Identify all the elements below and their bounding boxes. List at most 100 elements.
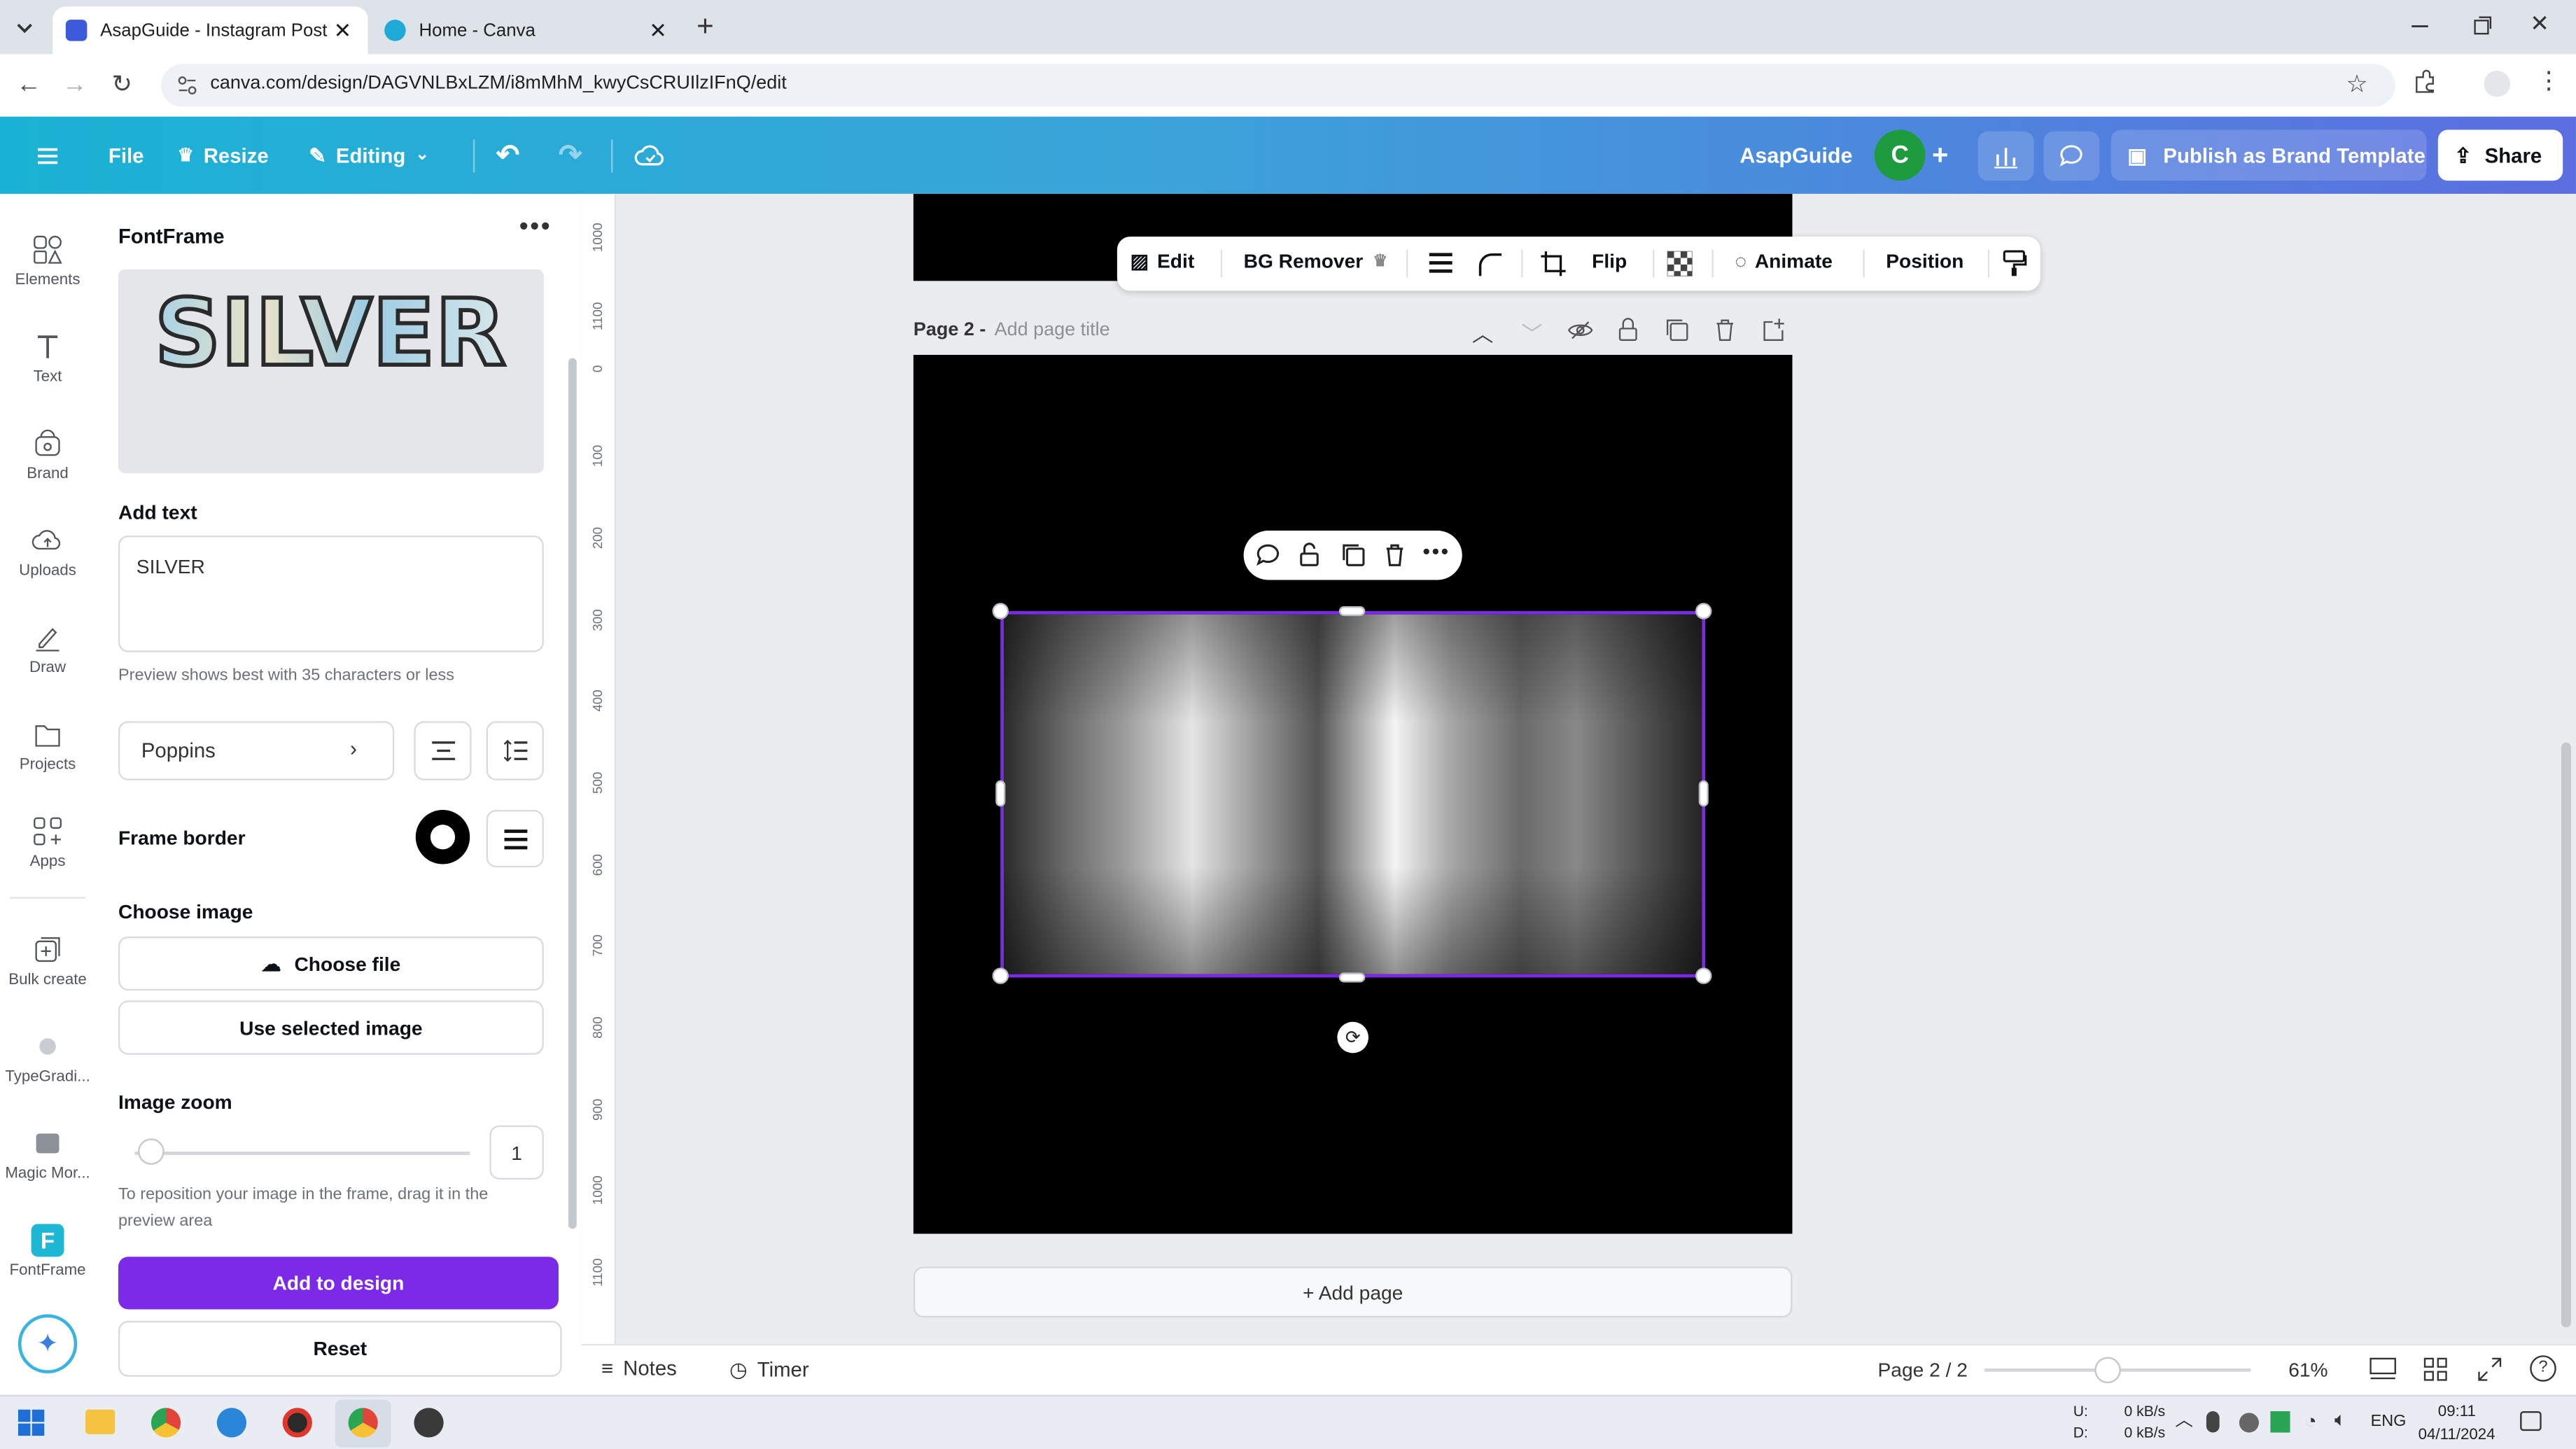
crop-icon[interactable]: [1539, 250, 1567, 278]
copy-style-icon[interactable]: [2001, 250, 2028, 278]
url-field[interactable]: canva.com/design/DAGVNLBxLZM/i8mMhM_kwyC…: [160, 64, 2395, 107]
magic-assistant-icon[interactable]: ✦: [18, 1314, 78, 1374]
duplicate-element-icon[interactable]: [1340, 542, 1365, 568]
nav-text[interactable]: Text: [0, 317, 95, 409]
lock-element-icon[interactable]: [1298, 542, 1321, 568]
show-hidden-icons-icon[interactable]: ︿: [2175, 1406, 2193, 1433]
nav-magic-morph[interactable]: Magic Mor...: [0, 1114, 95, 1205]
resize-handle-left[interactable]: [995, 780, 1006, 807]
lock-page-icon[interactable]: [1616, 317, 1639, 342]
restore-icon[interactable]: [2471, 13, 2494, 36]
app-bird-icon[interactable]: [216, 1408, 247, 1438]
close-window-icon[interactable]: ✕: [2530, 10, 2549, 38]
resize-handle-top[interactable]: [1338, 606, 1366, 617]
share-button[interactable]: ⇪ Share: [2437, 130, 2563, 181]
notes-button[interactable]: ≡ Notes: [601, 1357, 677, 1380]
nav-apps[interactable]: Apps: [0, 802, 95, 893]
resize-handle-bottom-left[interactable]: [992, 967, 1009, 984]
nav-draw[interactable]: Draw: [0, 608, 95, 699]
undo-icon[interactable]: ↶: [496, 117, 519, 194]
site-info-icon[interactable]: [176, 74, 199, 97]
tab-home-canva[interactable]: Home - Canva ✕: [371, 6, 683, 54]
tab-list-dropdown-icon[interactable]: [10, 13, 39, 43]
back-icon[interactable]: ←: [16, 71, 41, 99]
publish-brand-template-button[interactable]: ▣ Publish as Brand Template: [2110, 130, 2427, 181]
border-style-icon[interactable]: [1427, 251, 1454, 274]
main-menu-icon[interactable]: [33, 117, 62, 194]
resize-handle-top-left[interactable]: [992, 603, 1009, 620]
add-page-button[interactable]: + Add page: [913, 1266, 1793, 1318]
help-icon[interactable]: ?: [2530, 1355, 2556, 1382]
border-color-swatch[interactable]: [415, 810, 470, 864]
bookmark-star-icon[interactable]: ☆: [2346, 69, 2368, 99]
notifications-icon[interactable]: [2520, 1410, 2542, 1432]
microphone-icon[interactable]: [2206, 1410, 2220, 1433]
panel-scrollbar[interactable]: [568, 358, 577, 1229]
resize-handle-bottom-right[interactable]: [1695, 967, 1712, 984]
timer-button[interactable]: ◷ Timer: [729, 1357, 809, 1382]
nav-fontframe[interactable]: F FontFrame: [0, 1211, 95, 1303]
zoom-value-input[interactable]: 1: [489, 1125, 544, 1180]
cloud-saved-icon[interactable]: [634, 117, 667, 194]
clock-date[interactable]: 04/11/2024: [2418, 1426, 2496, 1444]
windows-start-icon[interactable]: [18, 1409, 45, 1436]
corner-rounding-icon[interactable]: [1477, 251, 1504, 278]
font-selector[interactable]: Poppins ›: [118, 721, 395, 780]
invite-plus-icon[interactable]: +: [1932, 117, 1948, 194]
resize-handle-bottom[interactable]: [1338, 972, 1366, 983]
delete-element-icon[interactable]: [1383, 542, 1406, 568]
fullscreen-icon[interactable]: [2477, 1357, 2502, 1382]
close-tab-icon[interactable]: ✕: [334, 18, 352, 44]
zoom-slider-track[interactable]: [134, 1152, 470, 1155]
nav-typegradient[interactable]: TypeGradi...: [0, 1017, 95, 1109]
comments-icon[interactable]: [2043, 131, 2100, 181]
language-indicator[interactable]: ENG: [2371, 1413, 2407, 1431]
tab-asapguide[interactable]: AsapGuide - Instagram Post ✕: [52, 6, 368, 55]
transparency-icon[interactable]: [1666, 250, 1694, 278]
add-page-after-icon[interactable]: [1761, 317, 1786, 342]
choose-file-button[interactable]: ☁ Choose file: [118, 936, 544, 991]
flip-button[interactable]: Flip: [1592, 250, 1627, 273]
nav-brand[interactable]: Brand: [0, 414, 95, 505]
page-title-input[interactable]: Add page title: [995, 321, 1110, 340]
nav-uploads[interactable]: Uploads: [0, 511, 95, 603]
use-selected-image-button[interactable]: Use selected image: [118, 1000, 544, 1055]
nav-bulk-create[interactable]: Bulk create: [0, 920, 95, 1011]
wifi-icon[interactable]: ◔: [2305, 1410, 2317, 1433]
page-up-icon[interactable]: ︿: [1472, 317, 1494, 349]
browser-menu-icon[interactable]: ⋮: [2537, 66, 2561, 95]
resize-button[interactable]: ♛ Resize: [177, 117, 268, 194]
chrome-active-icon[interactable]: [335, 1399, 391, 1448]
editing-mode-button[interactable]: ✎ Editing ⌄: [309, 117, 429, 194]
obs-icon[interactable]: [414, 1408, 444, 1438]
add-to-design-button[interactable]: Add to design: [118, 1256, 559, 1310]
page-view-icon[interactable]: [2369, 1357, 2397, 1382]
add-comment-icon[interactable]: [1255, 542, 1282, 568]
more-options-icon[interactable]: •••: [519, 214, 552, 243]
extensions-icon[interactable]: [2412, 69, 2438, 96]
resize-handle-top-right[interactable]: [1695, 603, 1712, 620]
zoom-percent[interactable]: 61%: [2288, 1359, 2328, 1382]
reload-icon[interactable]: ↻: [112, 69, 133, 99]
volume-icon[interactable]: 🔈︎: [2334, 1408, 2346, 1432]
tray-green-app-icon[interactable]: [2270, 1410, 2290, 1433]
bg-remover-button[interactable]: BG Remover ♛: [1244, 250, 1388, 273]
screen-recorder-icon[interactable]: [282, 1408, 312, 1438]
team-name[interactable]: AsapGuide: [1740, 117, 1852, 194]
border-weight-button[interactable]: [486, 810, 544, 868]
more-element-options-icon[interactable]: •••: [1422, 539, 1450, 564]
zoom-slider-thumb[interactable]: [2094, 1357, 2121, 1384]
delete-page-icon[interactable]: [1714, 317, 1737, 342]
animate-button[interactable]: ◌ Animate: [1735, 250, 1833, 273]
zoom-slider-thumb[interactable]: [138, 1138, 164, 1165]
duplicate-page-icon[interactable]: [1664, 317, 1688, 342]
new-tab-icon[interactable]: +: [696, 10, 714, 44]
grid-view-icon[interactable]: [2423, 1357, 2448, 1382]
insights-icon[interactable]: [1977, 131, 2034, 181]
nav-projects[interactable]: Projects: [0, 705, 95, 797]
hide-page-icon[interactable]: [1567, 318, 1594, 342]
rotate-handle-icon[interactable]: ⟳: [1337, 1021, 1368, 1054]
resize-handle-right[interactable]: [1698, 780, 1709, 807]
forward-icon[interactable]: →: [62, 71, 87, 99]
text-align-button[interactable]: [414, 721, 472, 780]
